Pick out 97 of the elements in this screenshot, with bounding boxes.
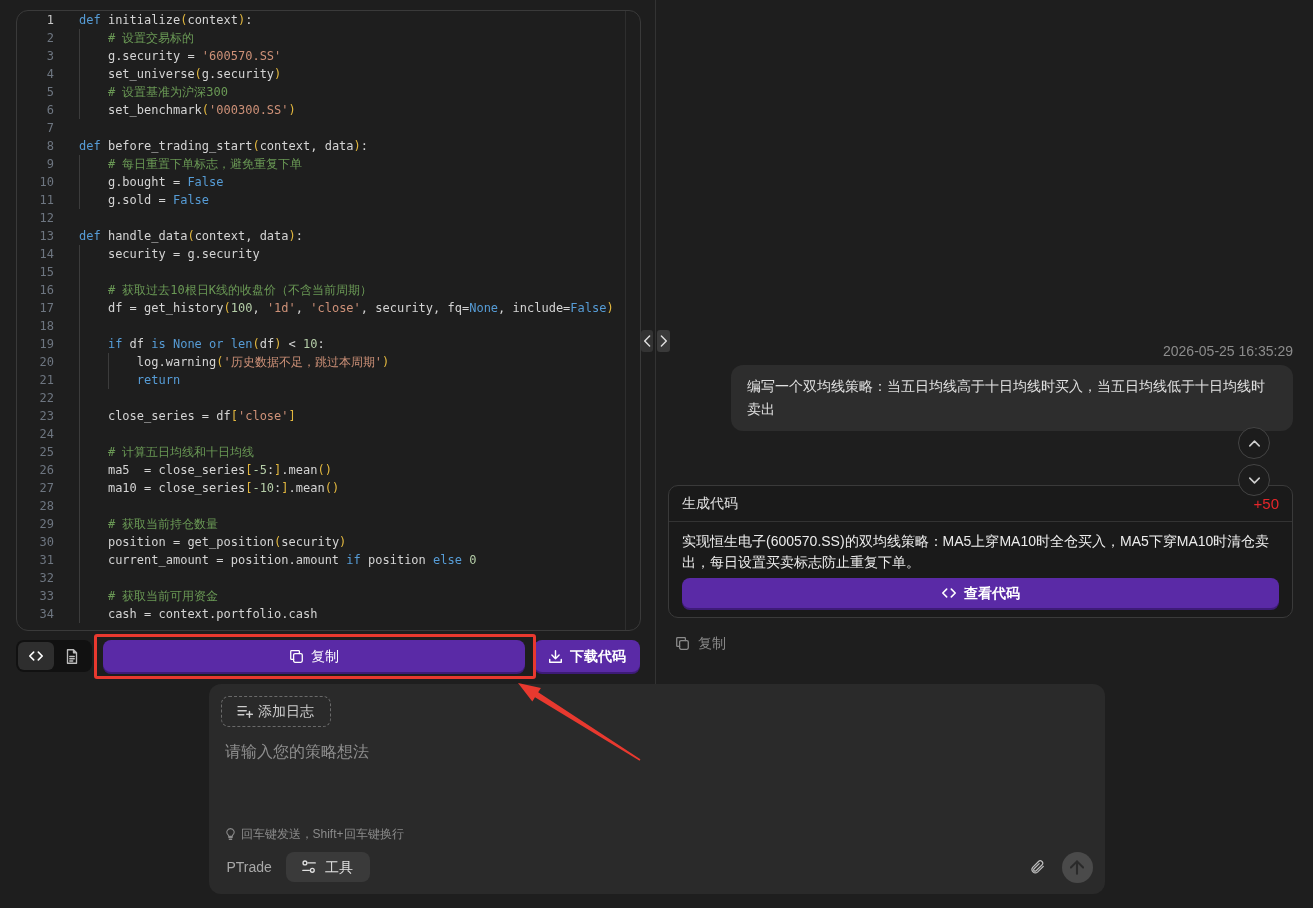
code-line: def initialize(context):	[79, 12, 253, 29]
copy-button[interactable]: 复制	[676, 634, 726, 652]
points-label: +50	[1253, 496, 1279, 511]
code-line: df = get_history(100, '1d', 'close', security, fq=None, include=False)	[107, 300, 614, 317]
code-line: def before_trading_start(context, data):	[79, 138, 369, 155]
code-line: g.security = '600570.SS'	[107, 48, 282, 65]
line-number: 10	[39, 175, 54, 189]
line-number: 15	[39, 265, 54, 279]
line-number: 19	[39, 337, 54, 351]
paperclip-icon	[1031, 860, 1044, 874]
document-icon	[66, 648, 78, 664]
chevron-right-icon	[660, 335, 667, 347]
add-log-button[interactable]: 添加日志	[220, 696, 331, 727]
scroll-down-button[interactable]	[1238, 464, 1270, 496]
code-line: set_universe(g.security)	[107, 66, 282, 83]
line-number: 29	[39, 517, 54, 531]
attach-button[interactable]	[1030, 859, 1045, 875]
code-icon	[941, 588, 956, 598]
code-line: g.bought = False	[107, 174, 224, 191]
line-number: 6	[46, 103, 54, 117]
code-line: close_series = df['close']	[107, 408, 296, 425]
line-number: 34	[39, 607, 54, 621]
line-number: 23	[39, 409, 54, 423]
line-number: 17	[39, 301, 54, 315]
line-number: 8	[46, 139, 54, 153]
line-number: 3	[46, 49, 54, 63]
code-icon	[29, 651, 43, 661]
line-number: 14	[39, 247, 54, 261]
code-line: def handle_data(context, data):	[79, 228, 303, 245]
code-line: # 计算五日均线和十日均线	[107, 444, 255, 461]
list-plus-icon	[237, 705, 253, 718]
sliders-icon	[302, 860, 317, 874]
line-number: 12	[39, 211, 54, 225]
line-number: 30	[39, 535, 54, 549]
code-line: g.sold = False	[107, 192, 210, 209]
line-number: 20	[39, 355, 54, 369]
code-line: # 获取当前持仓数量	[107, 516, 219, 533]
code-line: # 每日重置下单标志，避免重复下单	[107, 156, 303, 173]
card-summary: 实现恒生电子(600570.SS)的双均线策略：MA5上穿MA10时全仓买入，MA5下穿MA10时清仓卖出，每日设置买卖标志防止重复下单。	[682, 532, 1271, 572]
code-line: security = g.security	[107, 246, 260, 263]
lightbulb-icon	[225, 828, 235, 840]
code-line: if df is None or len(df) < 10:	[107, 336, 325, 353]
chevron-left-icon	[643, 335, 651, 347]
line-number: 31	[39, 553, 54, 567]
user-message: 编写一个双均线策略：当五日均线高于十日均线时买入，当五日均线低于十日均线时卖出	[731, 365, 1293, 431]
code-line: # 获取当前可用资金	[107, 588, 219, 605]
tools-button[interactable]: 工具	[285, 852, 370, 882]
line-number: 21	[39, 373, 54, 387]
line-number: 11	[39, 193, 54, 207]
line-number: 9	[46, 157, 54, 171]
line-number: 22	[39, 391, 54, 405]
copy-icon	[676, 636, 689, 650]
code-line: ma10 = close_series[-10:].mean()	[107, 480, 340, 497]
line-number: 27	[39, 481, 54, 495]
download-code-button[interactable]: 下载代码	[534, 640, 640, 672]
scroll-up-button[interactable]	[1238, 427, 1270, 459]
code-line: position = get_position(security)	[107, 534, 347, 551]
code-line: set_benchmark('000300.SS')	[107, 102, 296, 119]
line-number: 28	[39, 499, 54, 513]
line-number: 7	[46, 121, 54, 135]
copy-button[interactable]: 复制	[103, 640, 525, 672]
line-number: 13	[39, 229, 54, 243]
view-code-button[interactable]: 查看代码	[682, 578, 1279, 608]
code-view-tab[interactable]	[18, 642, 54, 670]
line-number: 24	[39, 427, 54, 441]
line-number: 5	[46, 85, 54, 99]
code-line: cash = context.portfolio.cash	[107, 606, 318, 623]
code-line: log.warning('历史数据不足，跳过本周期')	[136, 354, 390, 371]
line-number: 16	[39, 283, 54, 297]
line-number: 33	[39, 589, 54, 603]
chevron-down-icon	[1248, 476, 1260, 484]
arrow-up-icon	[1070, 859, 1084, 875]
code-line: # 设置基准为沪深300	[107, 84, 229, 101]
collapse-panel-button[interactable]	[641, 330, 653, 352]
card-title: 生成代码	[682, 494, 738, 513]
line-number: 25	[39, 445, 54, 459]
code-line: # 获取过去10根日K线的收盘价（不含当前周期）	[107, 282, 373, 299]
code-line: # 设置交易标的	[107, 30, 195, 47]
code-editor[interactable]	[16, 10, 641, 631]
line-number: 26	[39, 463, 54, 477]
code-line: ma5 = close_series[-5:].mean()	[107, 462, 332, 479]
line-number: 2	[46, 31, 54, 45]
strategy-input[interactable]: 请输入您的策略想法	[220, 740, 1093, 812]
hint-text: 回车键发送，Shift+回车键换行	[240, 826, 404, 843]
line-number: 32	[39, 571, 54, 585]
line-number: 18	[39, 319, 54, 333]
timestamp: 2026-05-25 16:35:29	[1163, 342, 1293, 361]
expand-panel-button[interactable]	[657, 330, 670, 352]
chevron-up-icon	[1248, 439, 1260, 447]
code-line: return	[136, 372, 181, 389]
message-composer[interactable]: 添加日志 请输入您的策略想法 回车键发送，Shift+回车键换行 PTrade 工具	[208, 684, 1105, 894]
code-line: current_amount = position.amount if position else 0	[107, 552, 477, 569]
copy-icon	[289, 649, 303, 663]
mode-label: PTrade	[226, 857, 272, 877]
line-number: 1	[46, 13, 54, 27]
download-icon	[548, 649, 562, 663]
line-number: 4	[46, 67, 54, 81]
